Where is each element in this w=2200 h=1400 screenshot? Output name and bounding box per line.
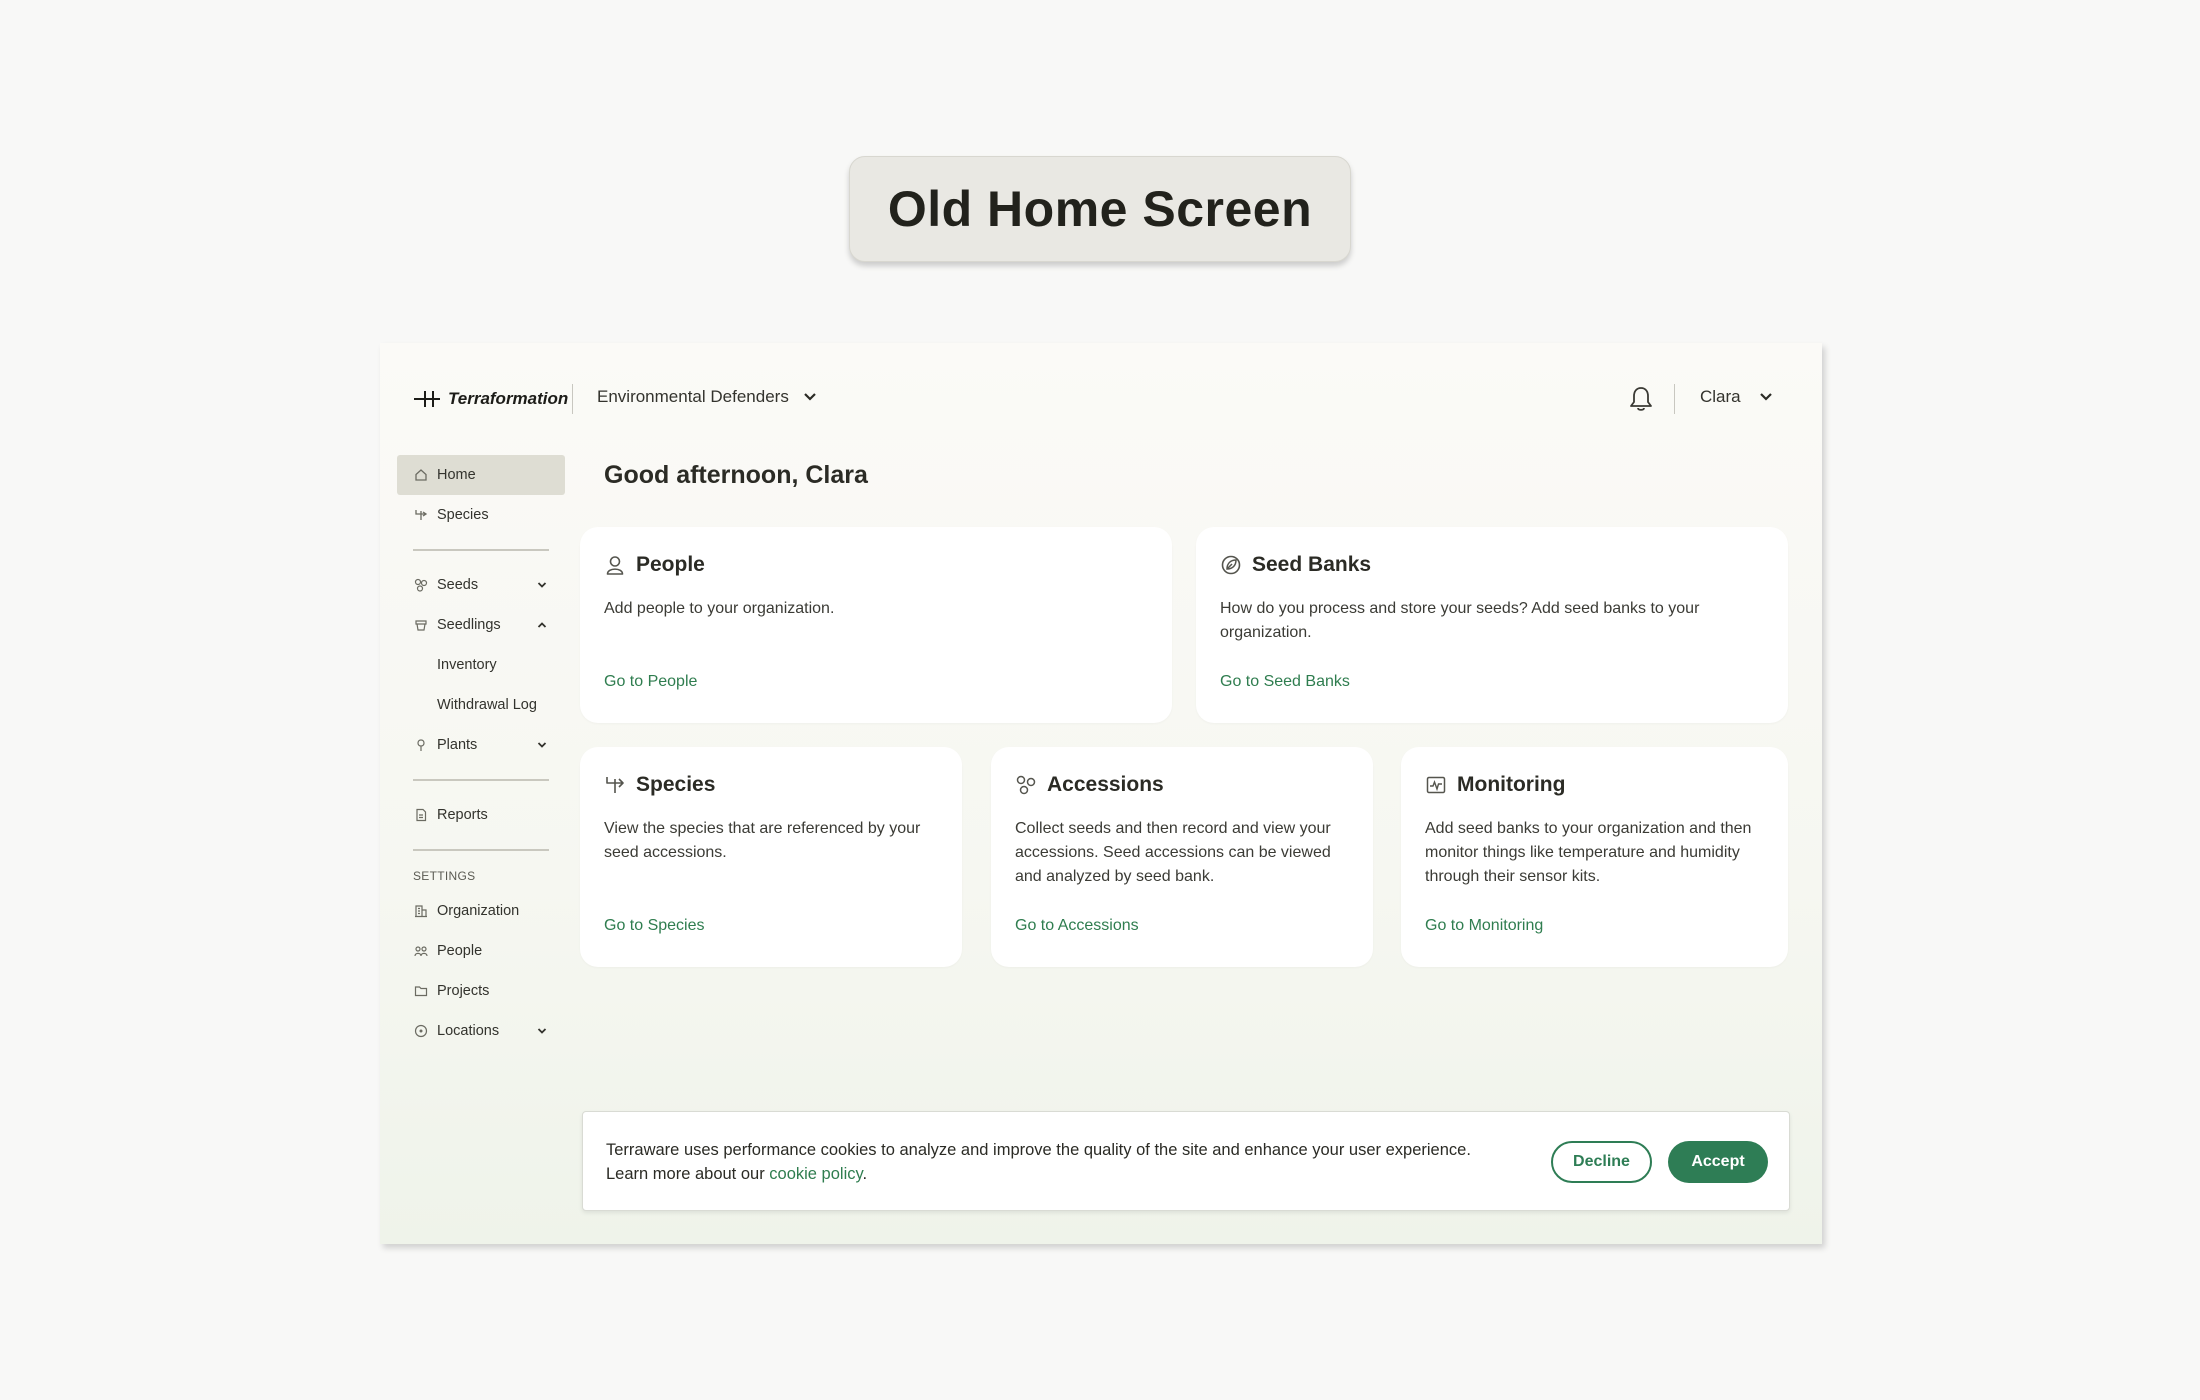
brand-logo[interactable]: Terraformation xyxy=(414,389,568,409)
user-menu[interactable]: Clara xyxy=(1700,387,1773,407)
location-icon xyxy=(413,1023,429,1039)
cookie-message-line1: Terraware uses performance cookies to an… xyxy=(606,1141,1471,1159)
cookie-banner: Terraware uses performance cookies to an… xyxy=(582,1111,1790,1211)
screen-title-badge: Old Home Screen xyxy=(849,156,1351,262)
organization-name: Environmental Defenders xyxy=(597,387,789,406)
monitoring-card: Monitoring Add seed banks to your organi… xyxy=(1401,747,1788,967)
people-card: People Add people to your organization. … xyxy=(580,527,1172,723)
go-to-monitoring-link[interactable]: Go to Monitoring xyxy=(1425,917,1543,935)
terraformation-logo-icon xyxy=(414,389,440,409)
home-icon xyxy=(413,467,429,483)
header-divider-right xyxy=(1674,384,1675,414)
brand-name: Terraformation xyxy=(448,389,569,408)
card-description: Collect seeds and then record and view y… xyxy=(1015,820,1331,885)
sidebar-divider xyxy=(413,849,549,851)
plant-icon xyxy=(413,737,429,753)
organization-icon xyxy=(413,903,429,919)
seed-bank-icon xyxy=(1221,555,1241,575)
sidebar-item-home[interactable]: Home xyxy=(397,455,565,495)
species-icon xyxy=(606,777,624,793)
card-title: Accessions xyxy=(1047,773,1164,796)
accessions-card: Accessions Collect seeds and then record… xyxy=(991,747,1373,967)
sidebar-item-projects[interactable]: Projects xyxy=(397,971,565,1011)
page-greeting: Good afternoon, Clara xyxy=(604,461,868,489)
sidebar-item-seedlings[interactable]: Seedlings xyxy=(397,605,565,645)
chevron-down-icon xyxy=(1759,393,1772,401)
sidebar-item-organization[interactable]: Organization xyxy=(397,891,565,931)
card-description: Add people to your organization. xyxy=(604,600,835,617)
accept-button[interactable]: Accept xyxy=(1668,1141,1768,1183)
card-title: Species xyxy=(636,773,716,796)
people-icon xyxy=(413,943,429,959)
folder-icon xyxy=(413,983,429,999)
sidebar-item-reports[interactable]: Reports xyxy=(397,795,565,835)
card-description: View the species that are referenced by … xyxy=(604,820,921,861)
decline-button[interactable]: Decline xyxy=(1551,1141,1652,1183)
sidebar-item-species[interactable]: Species xyxy=(397,495,565,535)
chevron-down-icon xyxy=(537,1028,547,1034)
sidebar-divider xyxy=(413,779,549,781)
header-divider xyxy=(572,384,573,414)
go-to-species-link[interactable]: Go to Species xyxy=(604,917,705,935)
go-to-people-link[interactable]: Go to People xyxy=(604,673,697,691)
badge-title: Old Home Screen xyxy=(887,181,1313,237)
sidebar-item-seeds[interactable]: Seeds xyxy=(397,565,565,605)
sidebar-item-inventory[interactable]: Inventory xyxy=(397,645,565,685)
go-to-seed-banks-link[interactable]: Go to Seed Banks xyxy=(1220,673,1350,691)
chevron-down-icon xyxy=(537,742,547,748)
seeds-icon xyxy=(413,577,429,593)
top-header: Terraformation Environmental Defenders C… xyxy=(380,343,1822,455)
sidebar-item-withdrawal-log[interactable]: Withdrawal Log xyxy=(397,685,565,725)
species-icon xyxy=(413,507,429,523)
card-title: People xyxy=(636,553,705,576)
card-title: Seed Banks xyxy=(1252,553,1372,576)
card-description: How do you process and store your seeds?… xyxy=(1220,600,1700,641)
cookie-policy-link[interactable]: cookie policy xyxy=(769,1165,862,1183)
card-description: Add seed banks to your organization and … xyxy=(1425,820,1752,885)
chevron-down-icon xyxy=(804,393,816,401)
sidebar-item-locations[interactable]: Locations xyxy=(397,1011,565,1051)
settings-section-label: SETTINGS xyxy=(413,869,476,883)
organization-selector[interactable]: Environmental Defenders xyxy=(597,387,817,407)
cookie-message-line2: Learn more about our xyxy=(606,1165,770,1183)
go-to-accessions-link[interactable]: Go to Accessions xyxy=(1015,917,1139,935)
cookie-message: Terraware uses performance cookies to an… xyxy=(606,1141,1471,1183)
sidebar-item-people[interactable]: People xyxy=(397,931,565,971)
notifications-bell-icon[interactable] xyxy=(1628,385,1654,413)
sidebar-divider xyxy=(413,549,549,551)
report-icon xyxy=(413,807,429,823)
accessions-seeds-icon xyxy=(1016,775,1036,795)
monitoring-chart-icon xyxy=(1426,776,1446,794)
chevron-down-icon xyxy=(537,582,547,588)
app-window: Terraformation Environmental Defenders C… xyxy=(380,343,1822,1244)
user-name: Clara xyxy=(1700,387,1741,406)
seedlings-icon xyxy=(413,617,429,633)
person-icon xyxy=(606,556,624,575)
seed-banks-card: Seed Banks How do you process and store … xyxy=(1196,527,1788,723)
sidebar-item-plants[interactable]: Plants xyxy=(397,725,565,765)
chevron-up-icon xyxy=(537,622,547,628)
species-card: Species View the species that are refere… xyxy=(580,747,962,967)
card-title: Monitoring xyxy=(1457,773,1566,796)
sidebar-nav: Home Species Seeds Seedlings Inventory W… xyxy=(397,455,565,1051)
